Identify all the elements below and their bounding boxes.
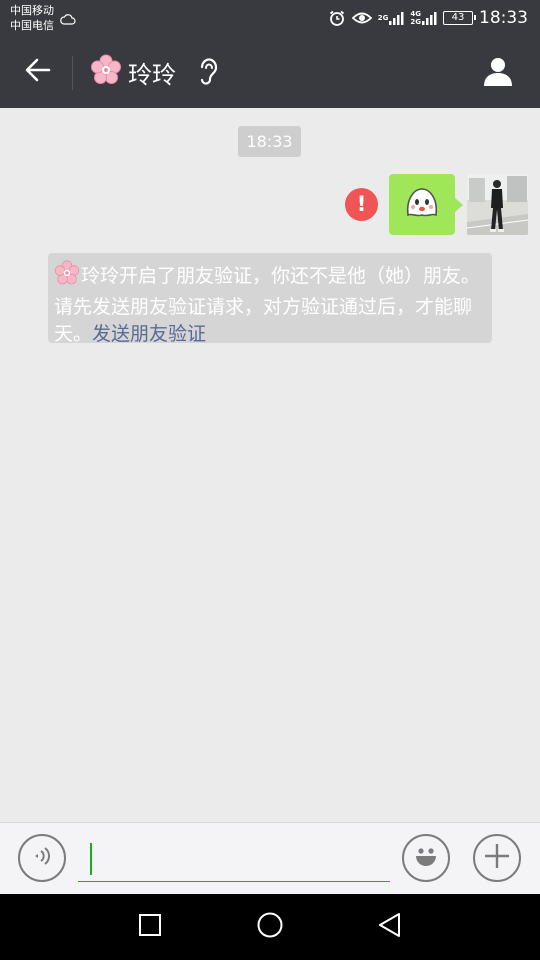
- more-functions-button[interactable]: [473, 834, 521, 882]
- signal-1-icon: 2G: [378, 10, 405, 26]
- signal-2-icon: 4G 2G: [410, 10, 437, 26]
- chat-title-group: 玲玲: [90, 54, 176, 90]
- sent-message-bubble[interactable]: [389, 174, 463, 235]
- chat-info-button[interactable]: [478, 54, 518, 92]
- emoji-button[interactable]: [402, 834, 450, 882]
- circle-icon: [256, 911, 284, 943]
- battery-indicator: 43: [443, 11, 476, 25]
- recent-apps-button[interactable]: [130, 907, 170, 947]
- input-bar: [0, 822, 540, 894]
- send-failed-icon[interactable]: !: [345, 188, 378, 221]
- text-cursor: [90, 843, 92, 875]
- back-button[interactable]: [16, 50, 60, 94]
- chat-title: 玲玲: [128, 60, 176, 89]
- status-time: 18:33: [479, 8, 528, 28]
- eye-icon: [351, 11, 372, 25]
- status-bar: 中国移动 中国电信 2G 4G 2G 43 18:33: [0, 0, 540, 36]
- message-timestamp: 18:33: [238, 126, 301, 157]
- square-icon: [138, 913, 162, 941]
- triangle-back-icon: [377, 912, 403, 942]
- message-input[interactable]: [78, 837, 390, 882]
- smiley-icon: [411, 841, 441, 875]
- chat-area[interactable]: 18:33 ! 玲玲开启了朋友验证，你还不是他（她）朋友。请先发送朋友验证请求，…: [0, 108, 540, 822]
- header-divider: [72, 56, 73, 90]
- ear-icon: [198, 56, 220, 90]
- cherry-blossom-icon: [90, 54, 122, 90]
- arrow-left-icon: [25, 58, 51, 86]
- plus-icon: [483, 842, 511, 874]
- cherry-blossom-icon: [54, 260, 80, 294]
- system-back-button[interactable]: [370, 907, 410, 947]
- cloud-icon: [60, 10, 76, 29]
- carrier-2: 中国电信: [10, 19, 54, 32]
- earpiece-mode-button[interactable]: [194, 56, 224, 90]
- voice-input-button[interactable]: [18, 834, 66, 882]
- carrier-1: 中国移动: [10, 4, 54, 17]
- person-icon: [482, 55, 514, 91]
- send-verification-link[interactable]: 发送朋友验证: [92, 323, 206, 345]
- home-button[interactable]: [250, 907, 290, 947]
- friend-verification-notice: 玲玲开启了朋友验证，你还不是他（她）朋友。请先发送朋友验证请求，对方验证通过后，…: [48, 253, 492, 345]
- chat-header: 玲玲: [0, 36, 540, 108]
- alarm-icon: [328, 9, 346, 27]
- system-nav-bar: [0, 894, 540, 960]
- ghost-sticker-icon: [402, 185, 442, 225]
- voice-icon: [31, 845, 53, 871]
- self-avatar[interactable]: [467, 174, 528, 235]
- carrier-info: 中国移动 中国电信: [10, 3, 54, 33]
